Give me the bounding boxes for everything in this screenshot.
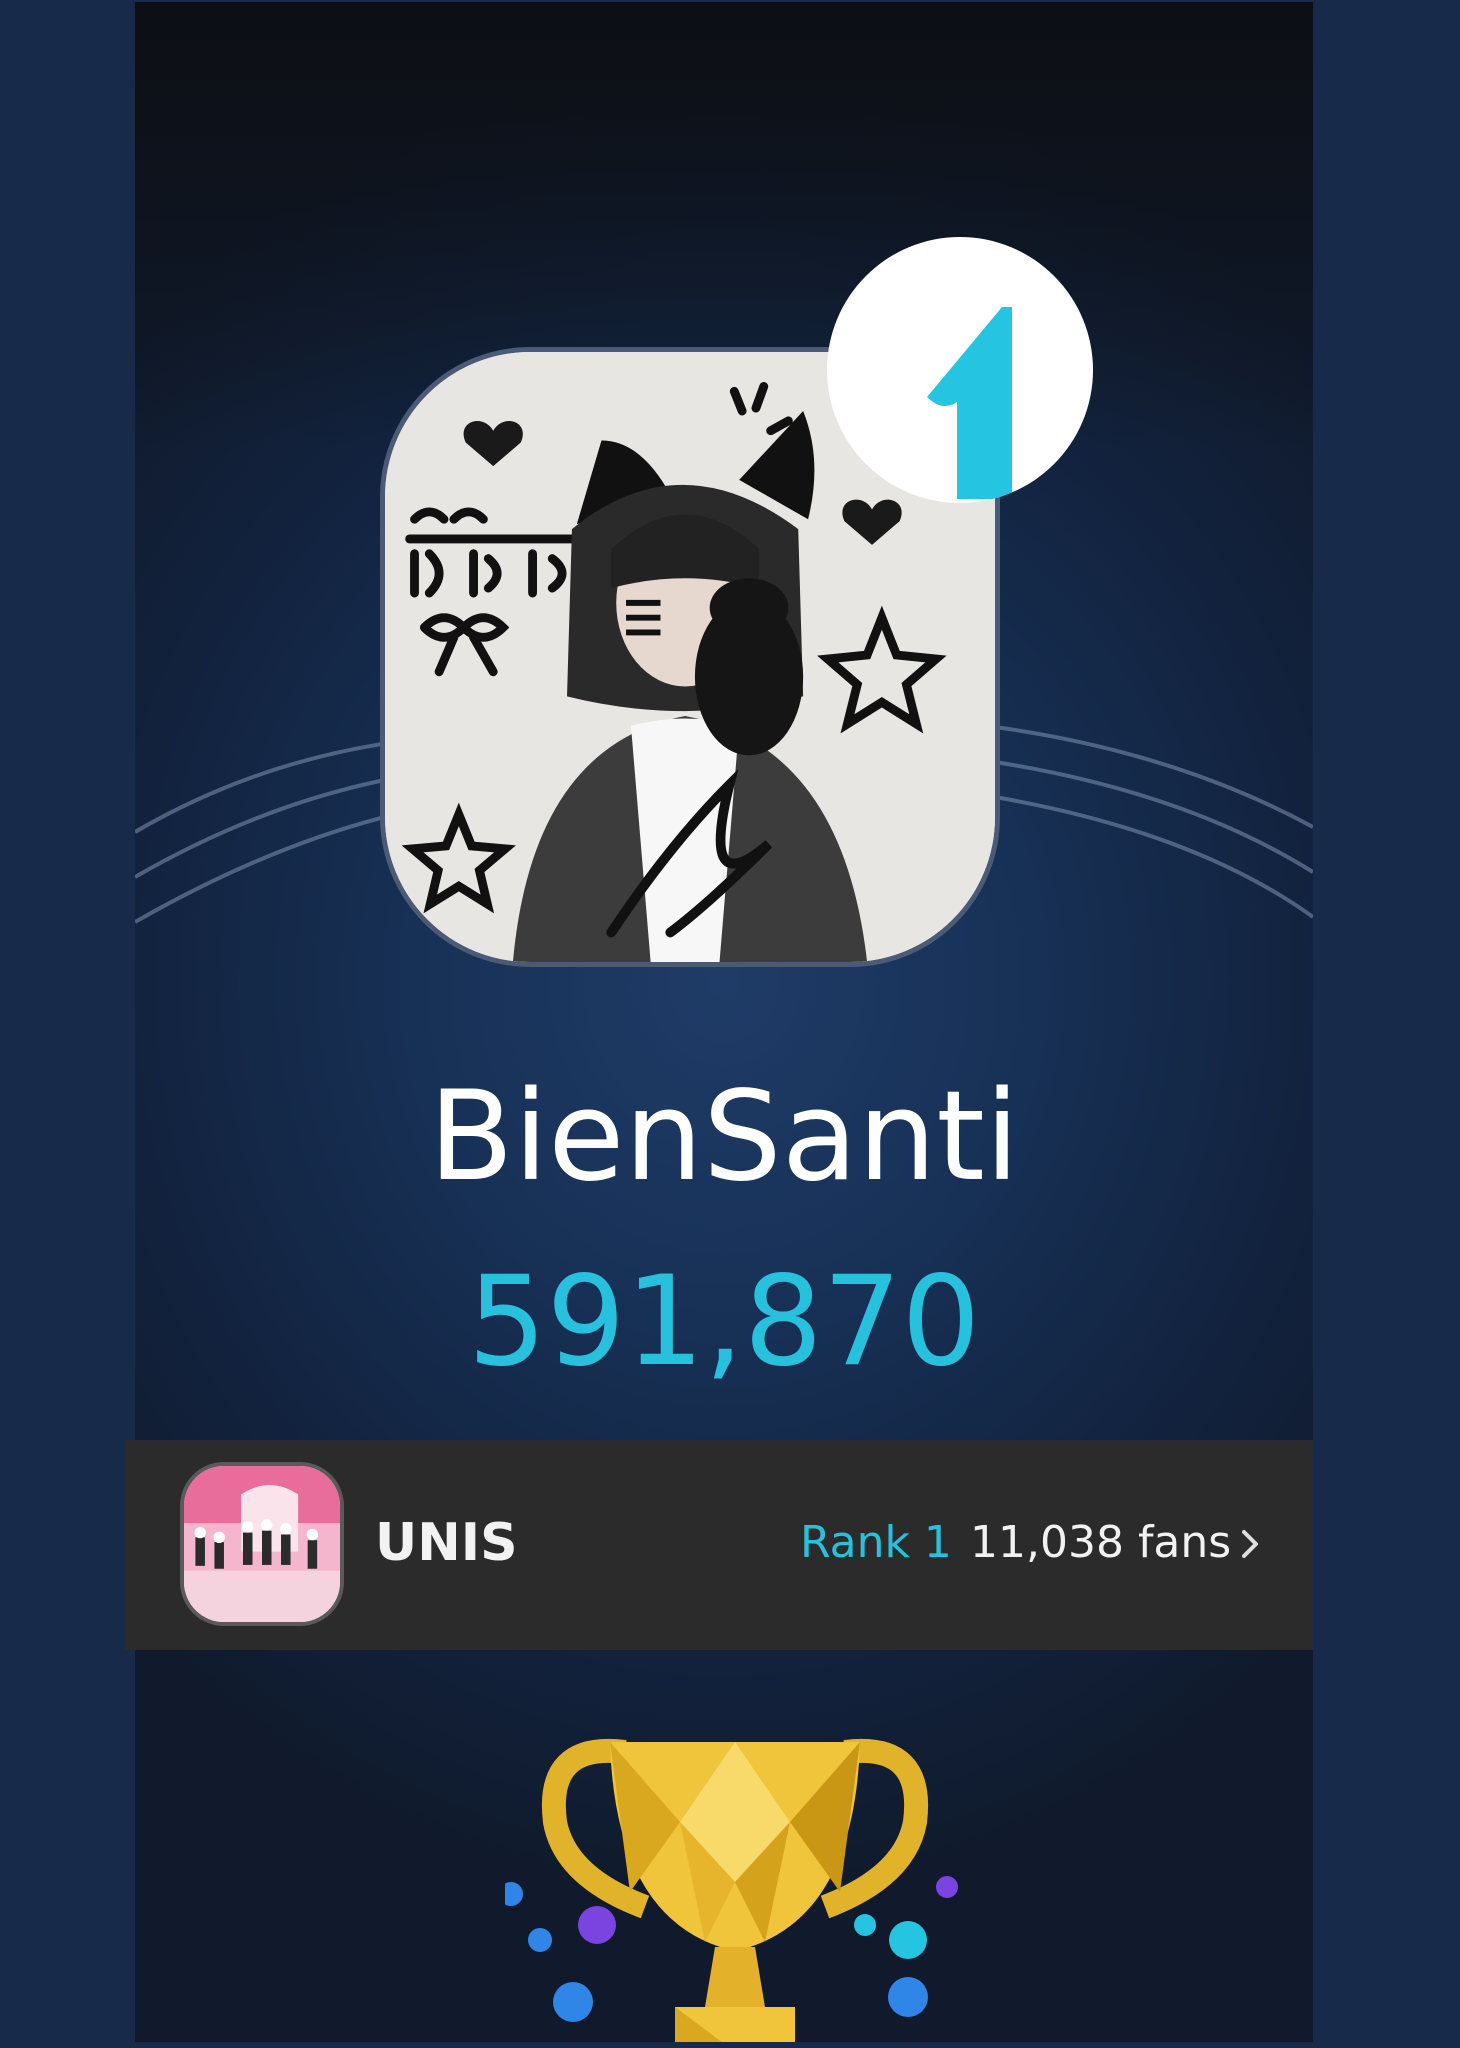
rank-badge: [827, 237, 1093, 503]
ranking-card: BienSanti 591,870: [135, 2, 1313, 2042]
group-fans-count: 11,038 fans: [970, 1517, 1232, 1568]
profile-name: BienSanti: [428, 1065, 1020, 1209]
chevron-right-icon[interactable]: [1235, 1526, 1265, 1562]
group-name: UNIS: [375, 1513, 518, 1573]
group-rank: Rank 1: [800, 1517, 952, 1568]
rank-number-icon: [927, 307, 1012, 499]
trophy: [505, 1732, 965, 2042]
gold-trophy-icon: [505, 1738, 958, 2042]
profile-score: 591,870: [467, 1250, 981, 1394]
group-photo-thumbnail: [184, 1466, 340, 1622]
group-row[interactable]: UNIS Rank 1 11,038 fans: [125, 1440, 1313, 1650]
group-thumbnail: [180, 1462, 344, 1626]
